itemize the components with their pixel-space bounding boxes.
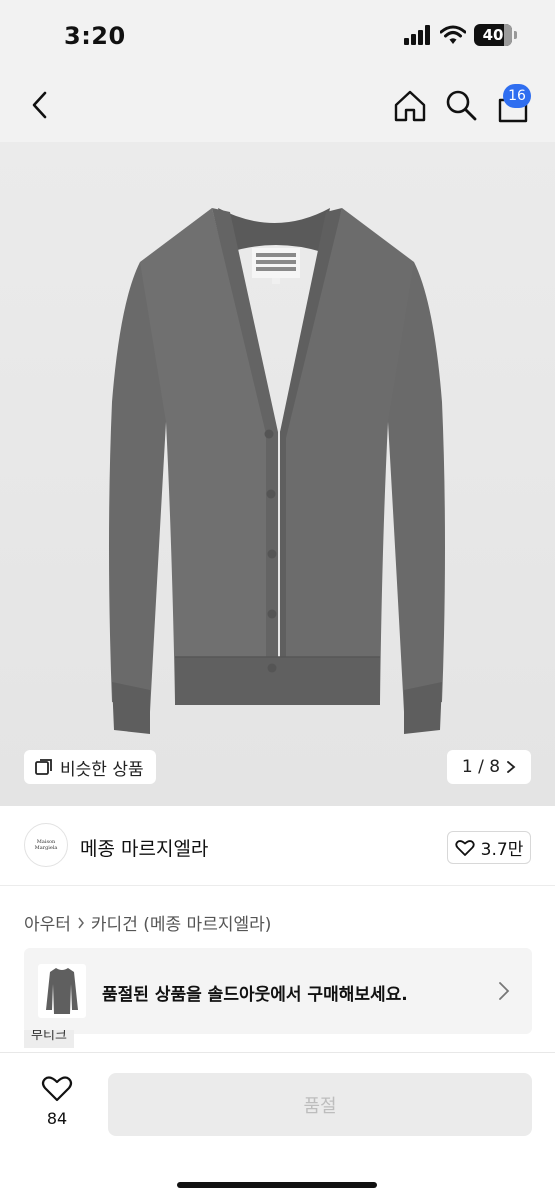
pager-text: 1 / 8 bbox=[461, 757, 501, 777]
brand-name[interactable]: 메종 마르지엘라 bbox=[80, 834, 208, 861]
battery-indicator: 40 bbox=[474, 24, 512, 46]
breadcrumb: 아우터 카디건 (메종 마르지엘라) bbox=[24, 910, 271, 935]
status-time: 3:20 bbox=[64, 22, 126, 50]
brand-like-count: 3.7만 bbox=[480, 840, 524, 860]
wish-count: 84 bbox=[46, 1109, 68, 1128]
heart-icon bbox=[41, 1076, 73, 1102]
heart-icon bbox=[455, 839, 475, 856]
back-arrow-icon[interactable] bbox=[26, 90, 56, 120]
bottom-action-bar: 84 품절 bbox=[0, 1052, 555, 1200]
status-icons: 40 bbox=[404, 24, 517, 46]
similar-products-button[interactable]: 비슷한 상품 bbox=[24, 750, 156, 784]
home-indicator bbox=[177, 1182, 377, 1188]
cardigan-illustration bbox=[109, 208, 445, 734]
home-icon[interactable] bbox=[392, 88, 428, 124]
signal-icon bbox=[404, 25, 430, 45]
chevron-right-icon bbox=[507, 761, 516, 773]
search-icon[interactable] bbox=[444, 88, 478, 122]
top-nav bbox=[0, 76, 555, 142]
wifi-icon bbox=[440, 25, 466, 44]
breadcrumb-category[interactable]: 아우터 bbox=[24, 910, 71, 935]
image-pager[interactable]: 1 / 8 bbox=[447, 750, 531, 784]
brand-row[interactable]: Maison Margiela 메종 마르지엘라 3.7만 bbox=[0, 806, 555, 886]
soldout-banner-text: 품절된 상품을 솔드아웃에서 구매해보세요. bbox=[102, 985, 408, 1005]
breadcrumb-subcategory[interactable]: 카디건 (메종 마르지엘라) bbox=[91, 910, 271, 935]
wish-button[interactable]: 84 bbox=[36, 1075, 78, 1128]
copy-icon bbox=[35, 759, 52, 775]
chevron-right-icon bbox=[78, 917, 84, 928]
soldout-button[interactable]: 품절 bbox=[108, 1073, 532, 1136]
battery-level: 40 bbox=[482, 26, 504, 44]
boutique-tag: 부티크 bbox=[24, 1030, 74, 1048]
product-image[interactable] bbox=[0, 142, 555, 806]
cart-count-badge: 16 bbox=[503, 84, 531, 108]
soldout-thumbnail bbox=[38, 964, 86, 1018]
similar-products-label: 비슷한 상품 bbox=[60, 759, 144, 780]
brand-like-button[interactable]: 3.7만 bbox=[447, 831, 531, 864]
brand-logo[interactable]: Maison Margiela bbox=[24, 823, 68, 867]
chevron-right-icon bbox=[499, 982, 510, 1000]
soldout-banner[interactable]: 품절된 상품을 솔드아웃에서 구매해보세요. bbox=[24, 948, 532, 1034]
status-bar: 3:20 40 bbox=[0, 0, 555, 76]
